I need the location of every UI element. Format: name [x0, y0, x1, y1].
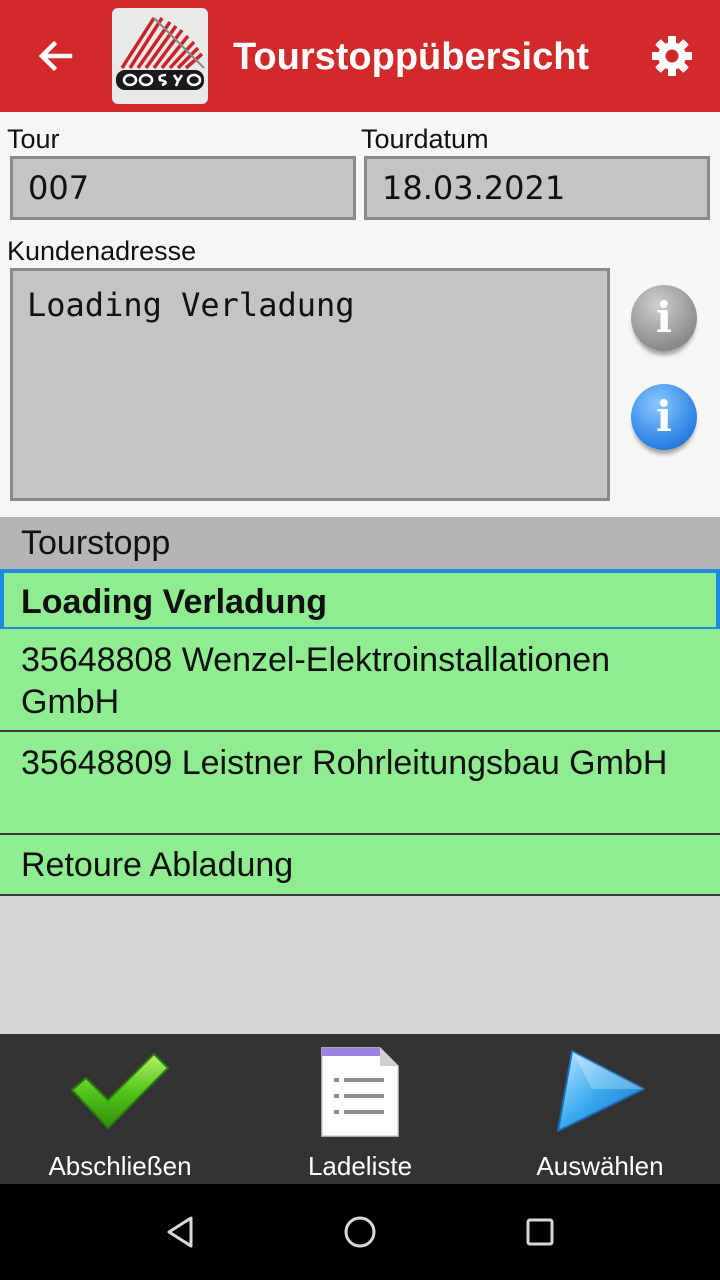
system-nav-bar — [0, 1184, 720, 1280]
list-item[interactable]: Loading Verladung — [0, 569, 720, 629]
auswaehlen-button[interactable]: Auswählen — [480, 1034, 720, 1184]
info-button-gray[interactable]: i — [631, 285, 697, 351]
tour-field[interactable]: 007 — [10, 156, 356, 220]
back-button[interactable] — [30, 30, 82, 82]
tourdatum-field[interactable]: 18.03.2021 — [364, 156, 710, 220]
kundenadresse-field[interactable]: Loading Verladung — [10, 268, 610, 501]
kundenadresse-label: Kundenadresse — [7, 236, 197, 266]
settings-button[interactable] — [646, 30, 698, 82]
info-button-blue[interactable]: i — [631, 384, 697, 450]
nav-recents-icon — [526, 1218, 554, 1246]
nav-home-button[interactable] — [336, 1208, 384, 1256]
info-icon: i — [656, 392, 672, 441]
list-item[interactable]: 35648808 Wenzel-Elektroinstallationen Gm… — [0, 629, 720, 732]
tourdatum-label: Tourdatum — [361, 124, 489, 154]
abschliessen-label: Abschließen — [48, 1151, 192, 1181]
nav-back-button[interactable] — [156, 1208, 204, 1256]
list-item[interactable]: 35648809 Leistner Rohrleitungsbau GmbH — [0, 732, 720, 835]
document-list-icon — [321, 1047, 399, 1137]
app-logo — [112, 8, 208, 104]
tourstopp-list-area: Tourstopp Loading Verladung 35648808 Wen… — [0, 517, 720, 1034]
tour-label: Tour — [7, 124, 60, 154]
list-item-label: Retoure Abladung — [21, 846, 294, 884]
nav-home-icon — [344, 1216, 376, 1248]
arrow-left-icon — [38, 40, 73, 72]
list-item[interactable]: Retoure Abladung — [0, 835, 720, 896]
info-icon: i — [656, 293, 672, 342]
nav-recents-button[interactable] — [516, 1208, 564, 1256]
app-bar: Tourstoppübersicht — [0, 0, 720, 112]
list-item-label: 35648809 Leistner Rohrleitungsbau GmbH — [21, 744, 668, 782]
ladeliste-button[interactable]: Ladeliste — [240, 1034, 480, 1184]
list-item-label: 35648808 Wenzel-Elektroinstallationen Gm… — [21, 641, 611, 721]
nav-back-icon — [167, 1216, 193, 1248]
bottom-action-bar: Abschließen Ladeliste Auswählen — [0, 1034, 720, 1184]
checkmark-icon — [71, 1053, 169, 1129]
auswaehlen-label: Auswählen — [536, 1151, 664, 1181]
page-title: Tourstoppübersicht — [233, 36, 590, 78]
list-header: Tourstopp — [0, 517, 720, 569]
tourstopp-list: Loading Verladung 35648808 Wenzel-Elektr… — [0, 569, 720, 896]
abschliessen-button[interactable]: Abschließen — [0, 1034, 240, 1184]
ladeliste-label: Ladeliste — [307, 1151, 413, 1181]
gear-icon — [652, 36, 692, 76]
play-arrow-icon — [557, 1050, 645, 1132]
list-item-label: Loading Verladung — [21, 583, 328, 621]
